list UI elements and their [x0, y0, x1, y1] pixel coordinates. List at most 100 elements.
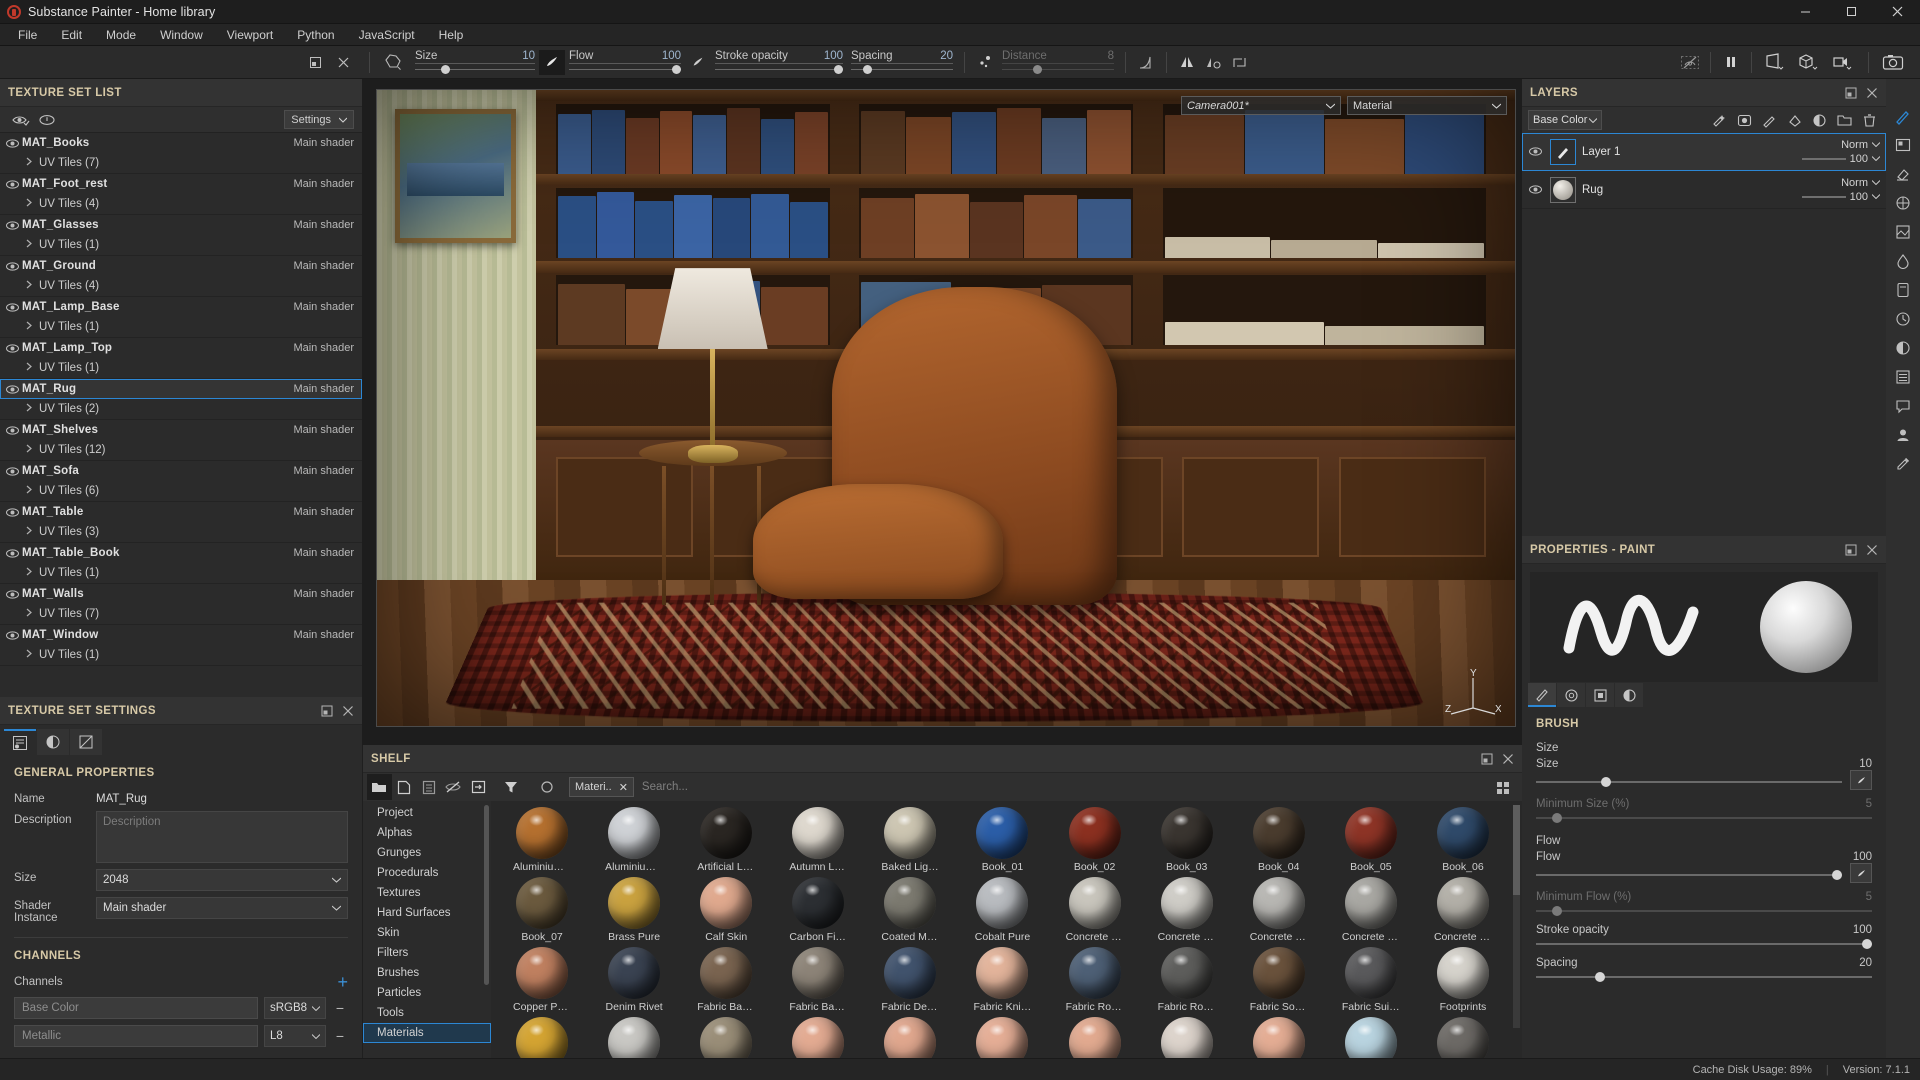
remove-channel-button[interactable]: −	[332, 1028, 348, 1044]
shelf-material-item[interactable]: Concrete Si...	[1326, 877, 1416, 943]
material-thumbnail[interactable]	[1253, 807, 1305, 859]
material-thumbnail[interactable]	[976, 877, 1028, 929]
shelf-category-item[interactable]: Materials	[363, 1023, 491, 1043]
chevron-right-icon[interactable]	[26, 444, 33, 456]
prop-0-1-slider[interactable]	[1536, 813, 1872, 823]
shelf-material-item[interactable]: Book_03	[1142, 807, 1232, 873]
shelf-material-item[interactable]: Book_04	[1234, 807, 1324, 873]
info-visibility-icon[interactable]	[34, 113, 60, 127]
tss-close-icon[interactable]	[342, 705, 354, 717]
material-mode-icon[interactable]	[1793, 50, 1827, 74]
shelf-save-icon[interactable]	[417, 774, 442, 800]
shelf-material-item[interactable]: Brass Pure	[589, 877, 679, 943]
panel-float-icon[interactable]	[302, 50, 328, 74]
tab-material-properties[interactable]	[1615, 683, 1643, 707]
material-thumbnail[interactable]	[884, 807, 936, 859]
texture-set-uv-tiles[interactable]: UV Tiles (12)	[0, 440, 362, 460]
toolbar-stroke-opacity-param[interactable]: Stroke opacity 100	[715, 50, 843, 74]
shelf-material-item[interactable]: Book_07	[497, 877, 587, 943]
shelf-material-item[interactable]: Copper Pure	[497, 947, 587, 1013]
list-view-icon[interactable]	[1891, 366, 1915, 388]
chevron-right-icon[interactable]	[26, 608, 33, 620]
texture-set-row[interactable]: MAT_Table_BookMain shader	[0, 543, 362, 563]
prop-extra-0-row[interactable]: Stroke opacity100	[1522, 922, 1886, 955]
prop-0-1-row[interactable]: Minimum Size (%)5	[1522, 796, 1886, 829]
shelf-filter-chip-close[interactable]: ✕	[619, 781, 628, 794]
shelf-import-icon[interactable]	[466, 774, 491, 800]
material-thumbnail[interactable]	[792, 807, 844, 859]
material-thumbnail[interactable]	[792, 877, 844, 929]
chevron-right-icon[interactable]	[26, 526, 33, 538]
shelf-material-item[interactable]: Fabric Knitt...	[957, 947, 1047, 1013]
brush-preview-swatch[interactable]	[539, 50, 565, 75]
channel-format-select[interactable]: L8	[264, 1025, 326, 1047]
shelf-folder-icon[interactable]	[367, 774, 392, 800]
shelf-material-item[interactable]: Footprints	[1418, 947, 1508, 1013]
shelf-material-item[interactable]: Fabric Suit ...	[1326, 947, 1416, 1013]
prop-1-1-row[interactable]: Minimum Flow (%)5	[1522, 889, 1886, 922]
shelf-category-scrollbar[interactable]	[484, 805, 489, 985]
layer-visibility-icon[interactable]	[1526, 146, 1544, 157]
texture-set-row[interactable]: MAT_Lamp_TopMain shader	[0, 338, 362, 358]
eraser-tool-icon[interactable]	[1891, 163, 1915, 185]
texture-set-visibility-icon[interactable]	[6, 466, 22, 477]
shader-instance-select[interactable]: Main shader	[96, 897, 348, 919]
layers-float-icon[interactable]	[1845, 87, 1857, 99]
add-paint-layer-icon[interactable]	[1758, 109, 1780, 131]
material-thumbnail[interactable]	[1437, 807, 1489, 859]
shelf-material-item[interactable]: Calf Skin	[681, 877, 771, 943]
shelf-material-item[interactable]: Aluminium ...	[589, 807, 679, 873]
shelf-material-item[interactable]: Fabric Rough	[1050, 947, 1140, 1013]
layers-channel-select[interactable]: Base Color	[1528, 110, 1602, 130]
falloff-icon[interactable]	[1133, 50, 1159, 74]
material-picker-icon[interactable]	[1891, 337, 1915, 359]
size-select[interactable]: 2048	[96, 869, 348, 891]
material-thumbnail[interactable]	[884, 947, 936, 999]
shelf-material-item[interactable]: Ice Pure	[1326, 1017, 1416, 1058]
tiling-icon[interactable]	[1226, 50, 1252, 74]
material-thumbnail[interactable]	[1069, 877, 1121, 929]
chevron-right-icon[interactable]	[26, 567, 33, 579]
minimize-button[interactable]	[1782, 0, 1828, 24]
close-button[interactable]	[1874, 0, 1920, 24]
projection-tool-icon[interactable]	[1891, 192, 1915, 214]
brush-alpha-icon[interactable]	[377, 50, 411, 74]
toolbar-distance-param[interactable]: Distance 8	[1002, 50, 1114, 74]
shelf-material-item[interactable]: Gouache P...	[589, 1017, 679, 1058]
shelf-material-item[interactable]: Ground Gra...	[681, 1017, 771, 1058]
material-thumbnail[interactable]	[884, 1017, 936, 1058]
material-thumbnail[interactable]	[1345, 807, 1397, 859]
prop-extra-1-slider[interactable]	[1536, 972, 1872, 982]
shelf-close-icon[interactable]	[1502, 753, 1514, 765]
hide-uv-icon[interactable]	[1677, 50, 1703, 74]
material-thumbnail[interactable]	[700, 1017, 752, 1058]
scatter-icon[interactable]	[972, 50, 998, 74]
channel-name[interactable]: Metallic	[14, 1025, 258, 1047]
remove-channel-button[interactable]: −	[332, 1000, 348, 1016]
paint-tool-icon[interactable]	[1891, 105, 1915, 127]
shelf-filter-chip[interactable]: Materi.. ✕	[569, 777, 634, 797]
shelf-material-item[interactable]: Human Fac...	[1234, 1017, 1324, 1058]
texture-set-row[interactable]: MAT_BooksMain shader	[0, 133, 362, 153]
shelf-category-item[interactable]: Grunges	[363, 843, 491, 863]
flow-brush-icon[interactable]	[685, 50, 711, 74]
material-thumbnail[interactable]	[700, 877, 752, 929]
layer-row[interactable]: RugNorm100	[1522, 171, 1886, 209]
shelf-grid-view-icon[interactable]	[1496, 781, 1510, 800]
tab-general-properties[interactable]	[4, 729, 36, 755]
material-thumbnail[interactable]	[1069, 1017, 1121, 1058]
shelf-category-list[interactable]: ProjectAlphasGrungesProceduralsTexturesH…	[363, 801, 491, 1058]
layer-row[interactable]: Layer 1Norm100	[1522, 133, 1886, 171]
menu-window[interactable]: Window	[148, 25, 215, 45]
symmetry-icon[interactable]	[1174, 50, 1200, 74]
shelf-category-item[interactable]: Particles	[363, 983, 491, 1003]
add-channel-button[interactable]: +	[337, 973, 348, 991]
comment-icon[interactable]	[1891, 395, 1915, 417]
material-thumbnail[interactable]	[792, 947, 844, 999]
texture-set-row[interactable]: MAT_ShelvesMain shader	[0, 420, 362, 440]
tab-mesh-maps[interactable]	[70, 729, 102, 755]
toolbar-spacing-slider[interactable]	[851, 65, 953, 74]
shelf-material-item[interactable]: Baked Light...	[865, 807, 955, 873]
texture-set-visibility-icon[interactable]	[6, 507, 22, 518]
texture-set-visibility-icon[interactable]	[6, 548, 22, 559]
